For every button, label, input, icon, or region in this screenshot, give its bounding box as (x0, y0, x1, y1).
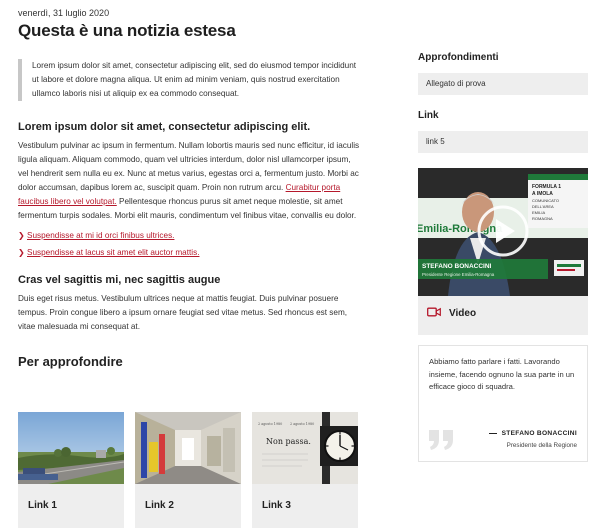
chevron-right-icon: ❯ (18, 248, 25, 257)
svg-text:ROMAGNA: ROMAGNA (532, 216, 553, 221)
video-overlay-name: STEFANO BONACCINI (422, 263, 492, 270)
article: venerdì, 31 luglio 2020 Questa è una not… (18, 8, 363, 369)
card-label: Link 1 (28, 500, 57, 511)
list-link-1-label: Suspendisse at mi id orci finibus ultric… (27, 231, 175, 240)
section-heading-2: Cras vel sagittis mi, nec sagittis augue (18, 274, 221, 286)
related-links-list: ❯ Suspendisse at mi id orci finibus ultri… (18, 227, 363, 261)
chevron-right-icon: ❯ (18, 231, 25, 240)
card-link-1[interactable]: Link 1 (18, 412, 124, 528)
card-label: Link 2 (145, 500, 174, 511)
card-link-3[interactable]: 2 agosto 1980 2 agosto 1980 Non passa. L… (252, 412, 358, 528)
page-title: Questa è una notizia estesa (18, 21, 236, 40)
video-label-row[interactable]: Video (427, 307, 476, 320)
sidebar-link-5[interactable]: link 5 (418, 131, 588, 153)
related-cards: Link 1 Link 2 2 agosto 1980 2 agosto 198… (18, 412, 358, 528)
card-image-road (18, 412, 124, 484)
testimonial-author-name: STEFANO BONACCINI (501, 430, 577, 437)
related-section-title: Per approfondire (18, 354, 123, 369)
testimonial-quote: Abbiamo fatto parlare i fatti. Lavorando… (429, 357, 575, 391)
card-image-clock: 2 agosto 1980 2 agosto 1980 Non passa. (252, 412, 358, 484)
svg-text:EMILIA: EMILIA (532, 210, 545, 215)
card-label: Link 3 (262, 500, 291, 511)
paragraph-2: Duis eget risus metus. Vestibulum ultric… (18, 294, 348, 331)
attachment-link[interactable]: Allegato di prova (418, 73, 588, 95)
section-heading-1: Lorem ipsum dolor sit amet, consectetur … (18, 121, 311, 133)
video-camera-icon (427, 307, 441, 320)
link-section-title: Link (418, 110, 439, 121)
card-link-2[interactable]: Link 2 (135, 412, 241, 528)
card-image-corridor (135, 412, 241, 484)
svg-text:FORMULA 1: FORMULA 1 (532, 184, 561, 190)
list-link-2-label: Suspendisse at lacus sit amet elit aucto… (27, 248, 200, 257)
testimonial-role: Presidente della Regione (506, 442, 577, 449)
author-dash (488, 432, 497, 434)
article-date: venerdì, 31 luglio 2020 (18, 8, 110, 18)
testimonial-box: Abbiamo fatto parlare i fatti. Lavorando… (418, 345, 588, 462)
video-label: Video (449, 308, 477, 319)
card-3-date-2: 2 agosto 1980 (290, 422, 314, 426)
approfondimenti-title: Approfondimenti (418, 52, 499, 63)
video-card[interactable]: Emilia-Romagna FORMULA 1 A IMOLA COMUNIC… (418, 168, 588, 335)
card-3-date-1: 2 agosto 1980 (258, 422, 282, 426)
svg-text:COMUNICATO: COMUNICATO (532, 198, 559, 203)
quote-marks-icon (428, 428, 456, 457)
video-thumbnail[interactable]: Emilia-Romagna FORMULA 1 A IMOLA COMUNIC… (418, 168, 588, 296)
video-banner-text: Emilia-Romagna (418, 223, 503, 235)
testimonial-author: STEFANO BONACCINI (488, 430, 577, 437)
list-link-1[interactable]: ❯ Suspendisse at mi id orci finibus ultri… (18, 227, 363, 244)
svg-text:A IMOLA: A IMOLA (532, 191, 553, 197)
card-3-title: Non passa. (266, 437, 311, 446)
paragraph-1: Vestibulum pulvinar ac ipsum in fermentu… (18, 139, 363, 223)
list-link-2[interactable]: ❯ Suspendisse at lacus sit amet elit auct… (18, 244, 363, 261)
svg-text:DELL'AREA: DELL'AREA (532, 204, 554, 209)
video-overlay-role: Presidente Regione Emilia-Romagna (422, 272, 495, 277)
intro-blockquote: Lorem ipsum dolor sit amet, consectetur … (18, 59, 363, 101)
